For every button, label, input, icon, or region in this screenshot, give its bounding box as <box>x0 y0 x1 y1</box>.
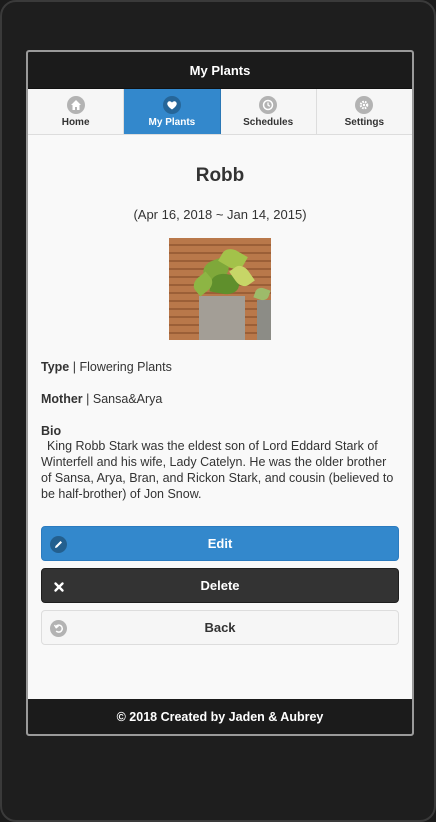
type-row: Type | Flowering Plants <box>41 360 172 374</box>
edit-button[interactable]: Edit <box>41 526 399 561</box>
pencil-icon <box>50 536 67 553</box>
navbar: Home My Plants Schedules Settings <box>28 89 412 135</box>
heart-icon <box>162 95 181 114</box>
mother-label: Mother <box>41 392 83 406</box>
gear-icon <box>355 95 374 114</box>
app-header: My Plants <box>28 52 412 89</box>
action-buttons: Edit Delete Back <box>41 526 399 645</box>
nav-item-home[interactable]: Home <box>28 89 125 134</box>
device-frame: My Plants Home My Plants Schedules Setti… <box>0 0 436 822</box>
edit-label: Edit <box>207 536 233 551</box>
type-label: Type <box>41 360 70 374</box>
nav-label: Settings <box>344 116 385 128</box>
page-title: My Plants <box>189 62 251 78</box>
footer-text: © 2018 Created by Jaden & Aubrey <box>116 709 324 724</box>
clock-icon <box>259 95 278 114</box>
bio-label: Bio <box>41 424 62 438</box>
delete-label: Delete <box>200 578 240 593</box>
nav-item-settings[interactable]: Settings <box>316 89 412 134</box>
type-value: Flowering Plants <box>79 360 172 374</box>
app-screen: My Plants Home My Plants Schedules Setti… <box>26 50 414 736</box>
plant-info: Type | Flowering Plants Mother | Sansa&A… <box>41 360 399 502</box>
nav-item-my-plants[interactable]: My Plants <box>124 89 221 134</box>
bio-text: King Robb Stark was the eldest son of Lo… <box>41 439 394 501</box>
nav-label: Home <box>61 116 90 128</box>
plant-detail: Robb (Apr 16, 2018 ~ Jan 14, 2015) Type … <box>28 165 412 645</box>
close-icon <box>50 578 67 595</box>
back-button[interactable]: Back <box>41 610 399 645</box>
mother-value: Sansa&Arya <box>92 392 163 406</box>
mother-row: Mother | Sansa&Arya <box>41 392 163 406</box>
back-arrow-icon <box>50 620 67 637</box>
delete-button[interactable]: Delete <box>41 568 399 603</box>
plant-dates: (Apr 16, 2018 ~ Jan 14, 2015) <box>133 207 307 222</box>
back-label: Back <box>204 620 236 635</box>
app-footer: © 2018 Created by Jaden & Aubrey <box>28 699 412 734</box>
home-icon <box>66 95 85 114</box>
plant-name: Robb <box>195 165 245 186</box>
nav-item-schedules[interactable]: Schedules <box>220 89 317 134</box>
nav-label: My Plants <box>148 116 196 128</box>
plant-photo <box>169 238 271 340</box>
nav-label: Schedules <box>243 116 294 128</box>
